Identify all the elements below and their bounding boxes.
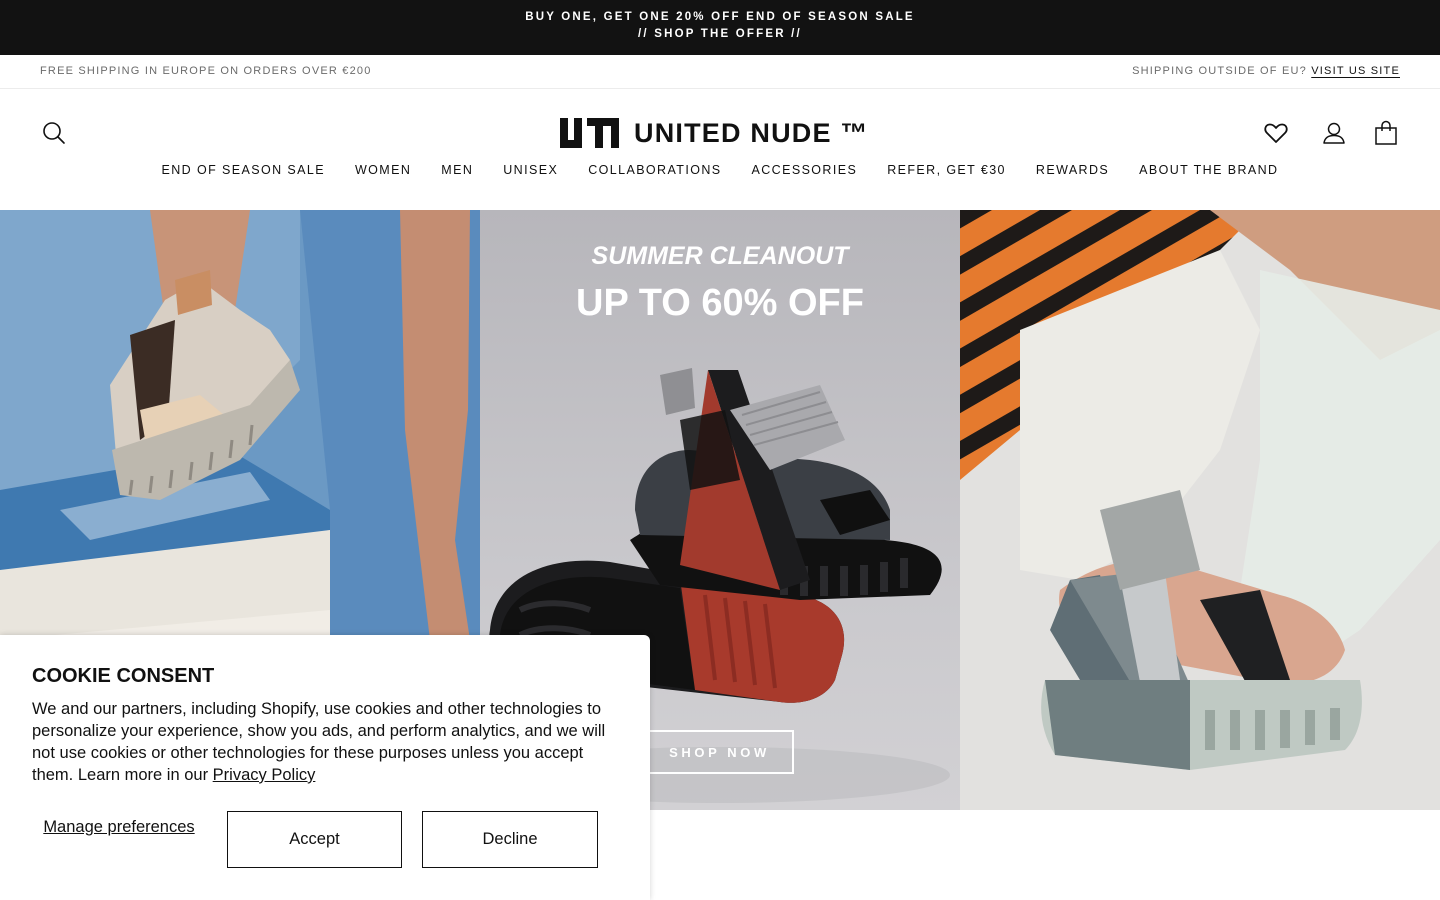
cookie-body: We and our partners, including Shopify, … — [32, 700, 606, 784]
logo-mark-icon — [560, 118, 619, 148]
nav-item-about-the-brand[interactable]: ABOUT THE BRAND — [1139, 163, 1278, 177]
cookie-text: We and our partners, including Shopify, … — [32, 698, 624, 786]
privacy-policy-link[interactable]: Privacy Policy — [213, 766, 316, 784]
site-logo[interactable]: UNITED NUDE ™ — [560, 117, 869, 149]
manage-preferences-link[interactable]: Manage preferences — [40, 817, 198, 838]
shipping-outside-eu-text: SHIPPING OUTSIDE OF EU? — [1132, 65, 1307, 77]
announcement-bar[interactable]: BUY ONE, GET ONE 20% OFF END OF SEASON S… — [0, 0, 1440, 55]
site-header: UNITED NUDE ™ END OF SEASON SALE WOMEN M… — [0, 89, 1440, 210]
nav-item-rewards[interactable]: REWARDS — [1036, 163, 1109, 177]
account-icon[interactable] — [1320, 119, 1348, 147]
shop-now-button[interactable]: SHOP NOW — [645, 730, 794, 774]
hero-subtitle: SUMMER CLEANOUT — [591, 242, 849, 270]
main-nav: END OF SEASON SALE WOMEN MEN UNISEX COLL… — [0, 163, 1440, 177]
shipping-outside-eu: SHIPPING OUTSIDE OF EU? VISIT US SITE — [1132, 65, 1400, 77]
cookie-consent-dialog: COOKIE CONSENT We and our partners, incl… — [0, 635, 650, 900]
free-shipping-notice: FREE SHIPPING IN EUROPE ON ORDERS OVER €… — [40, 65, 372, 77]
visit-us-site-link[interactable]: VISIT US SITE — [1311, 65, 1400, 77]
nav-item-women[interactable]: WOMEN — [355, 163, 411, 177]
utility-bar: FREE SHIPPING IN EUROPE ON ORDERS OVER €… — [0, 55, 1440, 89]
decline-button[interactable]: Decline — [422, 811, 598, 868]
heart-icon[interactable] — [1262, 119, 1290, 147]
hero-image-right — [960, 210, 1440, 810]
announcement-link[interactable]: // SHOP THE OFFER // — [0, 28, 1440, 40]
logo-text: UNITED NUDE ™ — [634, 117, 869, 148]
nav-item-men[interactable]: MEN — [441, 163, 473, 177]
nav-item-collaborations[interactable]: COLLABORATIONS — [588, 163, 721, 177]
hero-title: UP TO 60% OFF — [576, 282, 864, 324]
search-icon[interactable] — [40, 119, 68, 147]
announcement-line-1: BUY ONE, GET ONE 20% OFF END OF SEASON S… — [525, 11, 915, 23]
nav-item-accessories[interactable]: ACCESSORIES — [752, 163, 858, 177]
cart-icon[interactable] — [1372, 119, 1400, 147]
nav-item-end-of-season-sale[interactable]: END OF SEASON SALE — [162, 163, 325, 177]
cookie-title: COOKIE CONSENT — [32, 665, 215, 687]
nav-item-unisex[interactable]: UNISEX — [503, 163, 558, 177]
nav-item-refer[interactable]: REFER, GET €30 — [887, 163, 1006, 177]
accept-button[interactable]: Accept — [227, 811, 402, 868]
